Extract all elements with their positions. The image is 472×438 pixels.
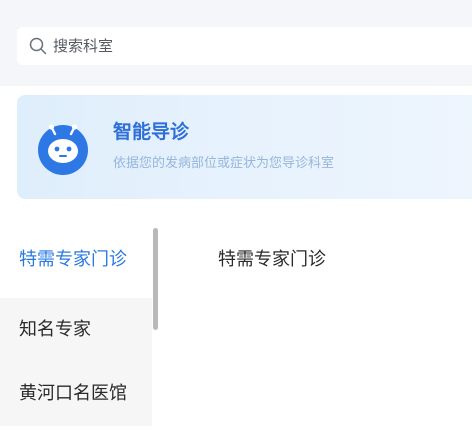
search-icon	[29, 37, 47, 55]
content-title: 特需专家门诊	[218, 249, 326, 270]
sidebar-item-yellow-river-hall[interactable]: 黄河口名医馆	[0, 362, 152, 426]
sidebar-item-special-expert[interactable]: 特需专家门诊	[0, 228, 152, 292]
robot-icon	[38, 124, 88, 175]
smart-guide-banner[interactable]: 智能导诊 依据您的发病部位或症状为您导诊科室	[17, 95, 472, 199]
search-placeholder: 搜索科室	[53, 37, 114, 55]
department-sidebar: 特需专家门诊 知名专家 黄河口名医馆	[0, 228, 158, 438]
sidebar-scrollbar[interactable]	[153, 228, 158, 330]
search-input[interactable]: 搜索科室	[17, 27, 472, 65]
sidebar-item-famous-expert[interactable]: 知名专家	[0, 298, 152, 362]
search-area: 搜索科室	[0, 0, 472, 86]
department-page: 搜索科室 智能导诊 依据您的发病部位或症状为您导诊科室 特需专家门诊 知名专家 …	[0, 0, 472, 438]
guide-subtitle: 依据您的发病部位或症状为您导诊科室	[113, 156, 335, 171]
guide-title: 智能导诊	[113, 121, 190, 143]
